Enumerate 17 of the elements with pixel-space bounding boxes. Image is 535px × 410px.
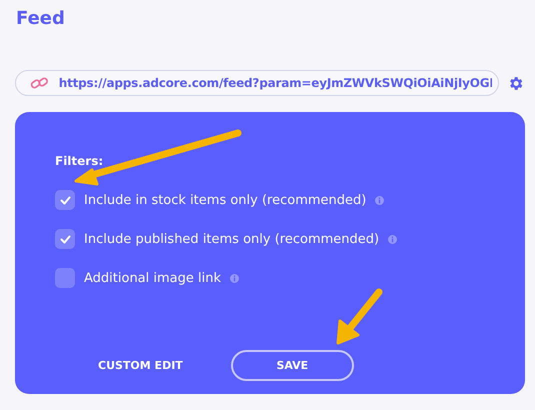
info-icon <box>388 234 398 244</box>
page-title: Feed <box>16 7 66 31</box>
filter-label: Include published items only (recommended) <box>84 232 380 246</box>
checkbox[interactable] <box>55 229 75 249</box>
filter-label: Include in stock items only (recommended) <box>84 192 366 208</box>
info-icon <box>230 274 240 282</box>
info-icon <box>375 196 384 204</box>
filter-label: Additional image link <box>84 270 222 286</box>
check-icon <box>60 234 70 244</box>
custom-edit-button[interactable]: CUSTOM EDIT <box>98 359 183 372</box>
checkbox[interactable] <box>55 268 75 288</box>
filters-heading: Filters: <box>55 154 104 168</box>
check-icon <box>60 196 70 204</box>
link-icon <box>30 76 49 90</box>
checkbox[interactable] <box>55 190 75 210</box>
save-button[interactable]: SAVE <box>230 350 354 381</box>
arrow-annotation <box>334 287 384 347</box>
